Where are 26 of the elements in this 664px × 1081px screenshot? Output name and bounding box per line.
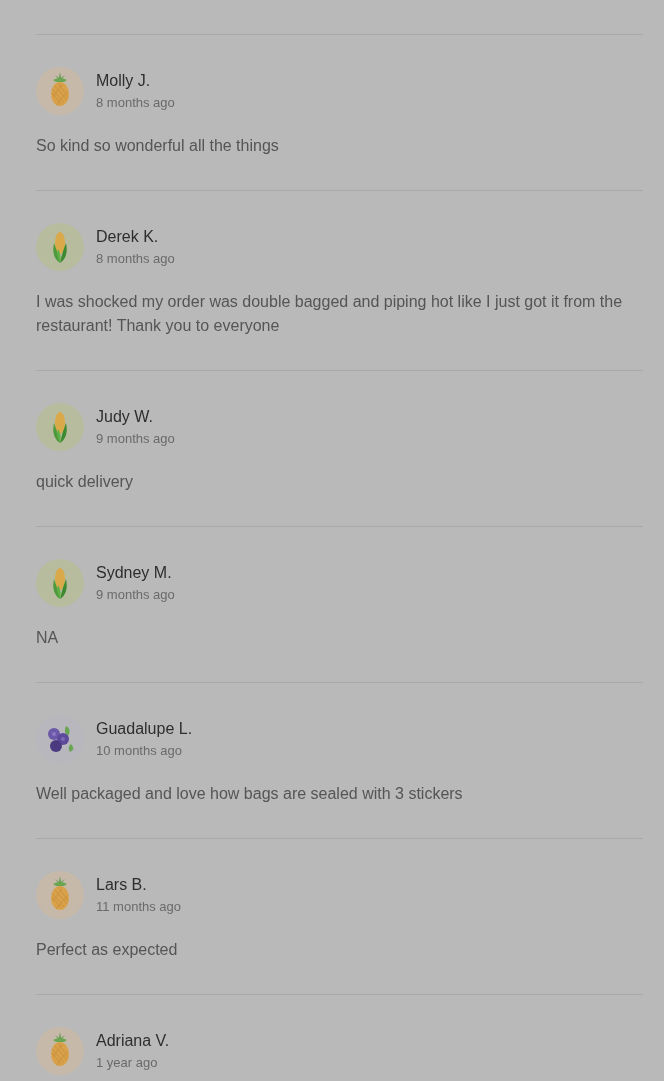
review-time: 10 months ago xyxy=(96,743,183,759)
corn-icon xyxy=(36,403,84,451)
reviewer-name: Judy W. xyxy=(96,407,154,427)
review-time: 11 months ago xyxy=(96,899,182,915)
pineapple-icon xyxy=(36,871,84,919)
review-time: 1 year ago xyxy=(96,1055,159,1071)
pineapple-icon xyxy=(36,1027,84,1075)
reviewer-name: Sydney M. xyxy=(96,563,173,583)
review-text: So kind so wonderful all the things xyxy=(36,136,280,156)
reviewer-name: Derek K. xyxy=(96,227,160,247)
corn-icon xyxy=(36,559,84,607)
reviewer-name: Lars B. xyxy=(96,875,148,895)
reviewer-name: Guadalupe L. xyxy=(96,719,193,739)
review-time: 9 months ago xyxy=(96,431,175,447)
review-time: 9 months ago xyxy=(96,587,175,603)
reviewer-name: Adriana V. xyxy=(96,1031,170,1051)
review-text: NA xyxy=(36,628,60,648)
review-text: Well packaged and love how bags are sealed with 3 stickers xyxy=(36,784,464,804)
review-text: Perfect as expected xyxy=(36,940,179,960)
pineapple-icon xyxy=(36,67,84,115)
reviewer-name: Molly J. xyxy=(96,71,152,91)
corn-icon xyxy=(36,223,84,271)
review-text: quick delivery xyxy=(36,472,134,492)
review-text: I was shocked my order was double bagged and piping hot like I just got it from the restaurant! Thank you to everyone xyxy=(36,292,624,336)
review-time: 8 months ago xyxy=(96,251,175,267)
review-time: 8 months ago xyxy=(96,95,175,111)
